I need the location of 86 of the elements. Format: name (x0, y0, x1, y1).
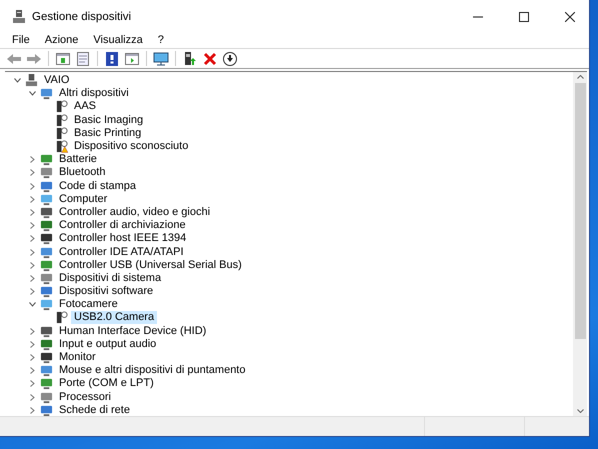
tree-item[interactable]: VAIO (41, 74, 72, 88)
tree-item[interactable]: Altri dispositivi (56, 87, 132, 100)
tree-item[interactable]: Computer (56, 192, 110, 206)
expand-caret-icon[interactable] (30, 262, 34, 269)
computer-tree-icon (25, 74, 38, 88)
device-category-icon (40, 298, 53, 312)
expand-caret-icon[interactable] (30, 406, 34, 414)
expand-caret-icon[interactable] (30, 274, 34, 282)
device-add-icon[interactable] (182, 50, 198, 66)
scroll-down-icon[interactable] (576, 409, 584, 413)
menu-item[interactable]: ? (156, 34, 165, 46)
tree-item[interactable]: Bluetooth (56, 166, 108, 180)
tree-item[interactable]: Porte (COM e LPT) (56, 377, 157, 390)
device-category-icon (40, 180, 53, 193)
computer-tree-icon (12, 10, 26, 24)
device-category-icon (40, 272, 53, 285)
device-category-icon (40, 192, 53, 206)
menu-item[interactable]: Visualizza (92, 34, 144, 46)
device-category-icon (40, 232, 53, 246)
expand-caret-icon[interactable] (30, 354, 34, 362)
device-category-icon (40, 219, 53, 232)
device-category-icon (40, 338, 53, 351)
scrollbar-thumb[interactable] (574, 83, 586, 339)
expand-caret-icon[interactable] (30, 196, 34, 203)
tree-item[interactable]: Basic Printing (71, 126, 144, 140)
device-category-icon (40, 258, 53, 272)
tree-item[interactable]: Input e output audio (56, 338, 160, 351)
collapse-caret-icon[interactable] (14, 78, 20, 84)
device-category-icon (40, 351, 53, 364)
expand-caret-icon[interactable] (30, 235, 34, 242)
maximize-icon[interactable] (519, 12, 529, 22)
expand-caret-icon[interactable] (30, 367, 34, 374)
delete-x-icon[interactable] (202, 50, 218, 66)
expand-caret-icon[interactable] (30, 248, 34, 256)
expand-caret-icon[interactable] (30, 208, 34, 216)
tree-item[interactable]: Code di stampa (56, 180, 140, 193)
tree-item[interactable]: Processori (56, 390, 114, 404)
device-category-icon (40, 285, 53, 298)
device-category-icon (40, 324, 53, 338)
tree-item[interactable]: Mouse e altri dispositivi di puntamento (56, 364, 248, 378)
scrollbar[interactable] (573, 72, 587, 416)
tree-item[interactable]: Dispositivo sconosciuto (71, 140, 192, 154)
tree-item[interactable]: Controller USB (Universal Serial Bus) (56, 258, 245, 272)
collapse-caret-icon[interactable] (28, 302, 36, 308)
device-category-icon (40, 364, 53, 378)
device-category-icon (40, 206, 53, 219)
tree-item[interactable]: Fotocamere (56, 298, 121, 312)
window-panel-icon[interactable] (55, 50, 71, 66)
window-title: Gestione dispositivi (32, 10, 132, 22)
expand-caret-icon[interactable] (30, 156, 34, 164)
properties-page-icon[interactable] (75, 50, 91, 66)
device-category-icon (40, 166, 53, 180)
device-category-icon (40, 377, 53, 390)
expand-caret-icon[interactable] (30, 380, 34, 388)
tree-item[interactable]: Controller audio, video e giochi (56, 206, 214, 219)
device-category-icon (40, 246, 53, 259)
collapse-caret-icon[interactable] (28, 91, 36, 96)
tree-item[interactable]: AAS (71, 100, 100, 114)
expand-caret-icon[interactable] (30, 340, 34, 348)
device-category-icon (40, 87, 53, 100)
scroll-up-icon[interactable] (576, 75, 584, 79)
expand-caret-icon[interactable] (30, 222, 34, 230)
expand-caret-icon[interactable] (30, 394, 34, 401)
tree-item[interactable]: USB2.0 Camera (71, 311, 158, 324)
device-category-icon (40, 390, 53, 404)
tree-item[interactable]: Controller IDE ATA/ATAPI (56, 246, 186, 259)
expand-caret-icon[interactable] (30, 182, 34, 190)
expand-caret-icon[interactable] (30, 288, 34, 296)
tree-item[interactable]: Controller di archiviazione (56, 219, 189, 232)
tree-item[interactable]: Human Interface Device (HID) (56, 324, 210, 338)
tree-item[interactable]: Dispositivi software (56, 285, 156, 298)
menu-item[interactable]: File (11, 34, 31, 46)
expand-caret-icon[interactable] (30, 169, 34, 176)
tree-item[interactable]: Basic Imaging (71, 114, 146, 127)
expand-caret-icon[interactable] (30, 328, 34, 335)
tree-item[interactable]: Dispositivi di sistema (56, 272, 164, 285)
device-category-icon (40, 153, 53, 166)
tree-item[interactable]: Controller host IEEE 1394 (56, 232, 190, 246)
tree-item[interactable]: Monitor (56, 351, 99, 364)
tree-item[interactable]: Schede di rete (56, 404, 133, 416)
window-panel-icon[interactable] (124, 50, 140, 66)
device-category-icon (40, 404, 53, 416)
download-circle-icon[interactable] (222, 50, 238, 66)
close-icon[interactable] (565, 12, 575, 22)
menu-item[interactable]: Azione (44, 34, 80, 46)
tree-item[interactable]: Batterie (56, 153, 100, 166)
